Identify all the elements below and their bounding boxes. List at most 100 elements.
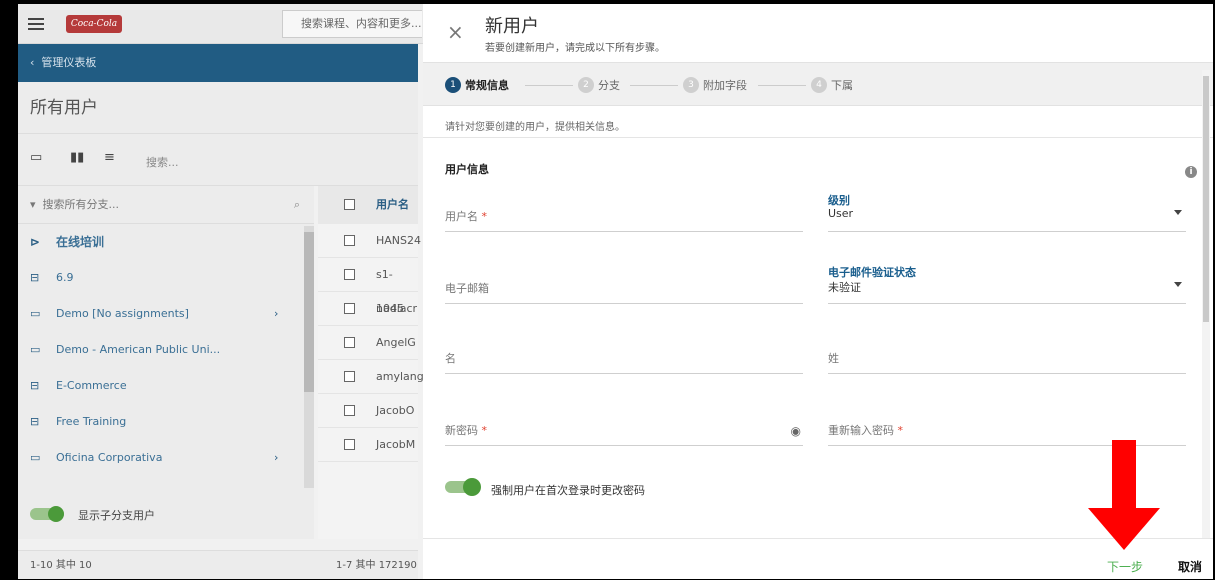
username-column-header[interactable]: 用户名 (376, 198, 409, 211)
last-name-field[interactable]: 姓 (828, 340, 1186, 374)
branch-search-input[interactable]: 搜索所有分支... (43, 198, 120, 211)
show-password-eye-icon[interactable]: ◉ (791, 424, 801, 438)
branch-count: 1-10 其中 10 (30, 560, 92, 571)
chevron-down-icon[interactable] (1174, 282, 1182, 287)
email-status-select[interactable]: 电子邮件验证状态 未验证 (828, 266, 1186, 304)
row-checkbox[interactable] (344, 303, 355, 314)
username-placeholder: 用户名 * (445, 210, 487, 223)
step-connector (758, 85, 806, 86)
row-checkbox[interactable] (344, 337, 355, 348)
table-row[interactable]: JacobM (318, 428, 418, 462)
username-cell: AngelG (376, 336, 416, 349)
chevron-right-icon[interactable]: › (274, 440, 278, 476)
email-field[interactable]: 电子邮箱 (445, 270, 803, 304)
branch-item-label: Demo [No assignments] (56, 307, 189, 320)
branch-item[interactable]: ⊟ Free Training (18, 404, 314, 440)
branch-item[interactable]: ⊳ 在线培训 (18, 224, 314, 260)
stepper: 1 常规信息 2 分支 3 附加字段 4 下属 (423, 62, 1213, 106)
last-name-placeholder: 姓 (828, 352, 839, 365)
retype-password-placeholder: 重新输入密码 * (828, 424, 903, 437)
table-row[interactable]: JacobO (318, 394, 418, 428)
search-icon[interactable]: ⌕ (294, 186, 300, 224)
row-checkbox[interactable] (344, 371, 355, 382)
step-subordinates[interactable]: 4 下属 (811, 77, 853, 93)
step-number: 1 (445, 77, 461, 93)
branch-item-label: Oficina Corporativa (56, 451, 163, 464)
table-row[interactable]: s1-1045 (318, 258, 418, 315)
page-title: 所有用户 (18, 82, 418, 134)
new-password-placeholder: 新密码 * (445, 424, 487, 437)
user-count: 1-7 其中 172190 (336, 560, 417, 571)
table-row[interactable]: nadiacr (318, 292, 418, 326)
branch-search[interactable]: ▾ 搜索所有分支... ⌕ (18, 186, 314, 224)
folder-icon: ▭ (30, 307, 41, 320)
chevron-right-icon[interactable]: › (274, 296, 278, 332)
cancel-button[interactable]: 取消 (1178, 558, 1202, 575)
table-row[interactable]: AngelG (318, 326, 418, 360)
row-checkbox[interactable] (344, 269, 355, 280)
branch-tree: ⊳ 在线培训 ⊟ 6.9 ▭ Demo [No assignments] › ▭ Demo - … (18, 224, 314, 476)
level-label: 级别 (828, 194, 850, 207)
company-logo[interactable]: Coca-Cola (66, 15, 122, 33)
table-row[interactable]: HANS24 (318, 224, 421, 258)
step-label: 下属 (831, 79, 853, 92)
folder-icon: ▭ (30, 451, 41, 464)
branch-item[interactable]: ⊟ 6.9 (18, 260, 314, 296)
step-additional-fields[interactable]: 3 附加字段 (683, 77, 747, 93)
panel-subtitle: 若要创建新用户，请完成以下所有步骤。 (485, 43, 665, 54)
branch-item-label: 6.9 (56, 271, 74, 284)
panel-scrollbar[interactable] (1202, 70, 1210, 540)
show-sub-branch-label: 显示子分支用户 (78, 509, 155, 522)
force-password-change-label: 强制用户在首次登录时更改密码 (491, 484, 645, 497)
branch-item[interactable]: ▭ Demo - American Public Uni... (18, 332, 314, 368)
folder-open-icon: ⊳ (30, 235, 41, 249)
folder-view-icon[interactable]: ▭ (30, 151, 44, 164)
new-password-field[interactable]: 新密码 * ◉ (445, 412, 803, 446)
branch-item[interactable]: ▭ Oficina Corporativa › (18, 440, 314, 476)
user-search-input[interactable]: 搜索... (146, 154, 179, 170)
force-password-change-toggle[interactable] (445, 478, 481, 496)
step-connector (525, 85, 573, 86)
email-placeholder: 电子邮箱 (445, 282, 489, 295)
close-icon[interactable]: × (447, 22, 464, 42)
section-title: 用户信息 (445, 163, 489, 176)
level-value: User (828, 207, 854, 220)
laptop-icon: ⊟ (30, 415, 40, 428)
username-field[interactable]: 用户名 * (445, 198, 803, 232)
step-general-info[interactable]: 1 常规信息 (445, 77, 509, 93)
global-search-input[interactable]: 搜索课程、内容和更多... (282, 10, 422, 38)
annotation-arrow-icon (1088, 440, 1160, 550)
panel-header: × 新用户 若要创建新用户，请完成以下所有步骤。 (423, 4, 1213, 62)
info-icon[interactable]: i (1185, 166, 1197, 178)
branch-item[interactable]: ▭ Demo [No assignments] › (18, 296, 314, 332)
table-row[interactable]: amylang (318, 360, 424, 394)
users-table: 用户名 HANS24 s1-1045 nadiacr AngelG amylang Jac… (318, 186, 424, 539)
folder-icon: ▭ (30, 343, 41, 356)
filter-icon[interactable]: ≡ (104, 151, 118, 164)
panel-title: 新用户 (485, 16, 539, 37)
step-label: 常规信息 (465, 79, 509, 92)
step-number: 4 (811, 77, 827, 93)
next-button[interactable]: 下一步 (1107, 558, 1143, 575)
panel-scrollbar-thumb[interactable] (1203, 76, 1209, 322)
row-checkbox[interactable] (344, 439, 355, 450)
chevron-down-icon[interactable] (1174, 210, 1182, 215)
email-status-label: 电子邮件验证状态 (828, 266, 916, 279)
select-all-checkbox[interactable] (344, 199, 355, 210)
branch-item[interactable]: ⊟ E-Commerce (18, 368, 314, 404)
laptop-icon: ⊟ (30, 271, 40, 284)
hamburger-menu-icon[interactable] (28, 15, 44, 31)
level-select[interactable]: 级别 User (828, 194, 1186, 232)
row-checkbox[interactable] (344, 405, 355, 416)
branch-scrollbar-thumb[interactable] (304, 232, 314, 392)
step-branch[interactable]: 2 分支 (578, 77, 620, 93)
username-cell: JacobO (376, 404, 415, 417)
back-to-dashboard-link[interactable]: ‹ 管理仪表板 (18, 44, 418, 82)
row-checkbox[interactable] (344, 235, 355, 246)
show-sub-branch-toggle[interactable] (30, 506, 66, 522)
first-name-field[interactable]: 名 (445, 340, 803, 374)
branch-item-label: Demo - American Public Uni... (56, 343, 221, 356)
step-label: 分支 (598, 79, 620, 92)
grid-view-icon[interactable]: ▮▮ (70, 151, 84, 164)
form-description: 请针对您要创建的用户，提供相关信息。 (445, 122, 625, 133)
